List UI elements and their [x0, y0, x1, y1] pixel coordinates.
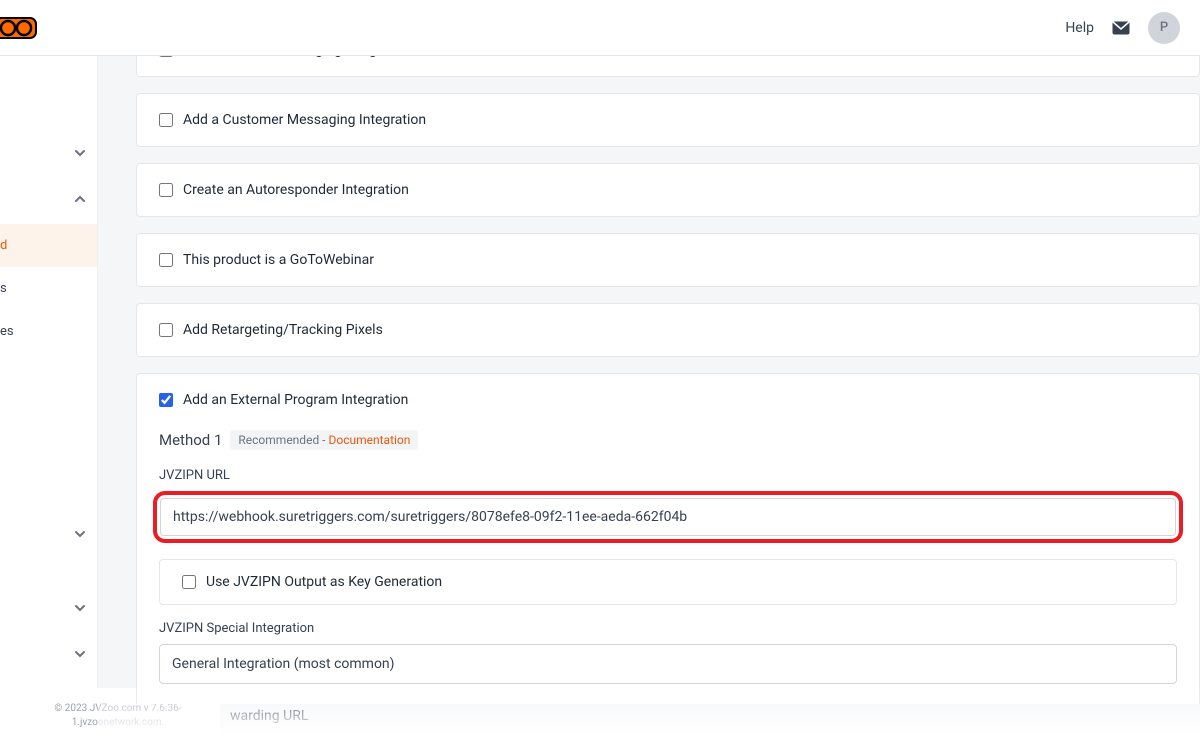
chevron-down-icon — [73, 146, 87, 164]
sidebar-item-4[interactable]: es — [0, 310, 97, 353]
chevron-down-icon — [73, 601, 87, 619]
sidebar-item-0[interactable] — [0, 132, 97, 178]
label-gotowebinar[interactable]: This product is a GoToWebinar — [183, 252, 374, 268]
card-gotowebinar: This product is a GoToWebinar — [136, 233, 1200, 287]
chevron-down-icon — [73, 527, 87, 545]
mail-icon[interactable] — [1112, 21, 1130, 35]
chevron-down-icon — [73, 647, 87, 665]
logo[interactable] — [0, 0, 60, 56]
topbar: Help P — [0, 0, 1200, 56]
jvzipn-url-input[interactable] — [160, 498, 1176, 536]
card-external: Add an External Program Integration Meth… — [136, 373, 1200, 704]
method-title: Method 1 — [159, 431, 222, 449]
sidebar-item-lower-0[interactable] — [0, 513, 97, 559]
card-autoresponder: Create an Autoresponder Integration — [136, 163, 1200, 217]
chevron-up-icon — [73, 192, 87, 210]
special-integration-label: JVZIPN Special Integration — [159, 621, 1177, 636]
highlight-annotation — [153, 491, 1183, 543]
main-content: Add a Affiliate Messaging Integration Ad… — [98, 56, 1200, 736]
sidebar-item-1[interactable] — [0, 178, 97, 224]
checkbox-customer[interactable] — [159, 113, 173, 127]
label-autoresponder[interactable]: Create an Autoresponder Integration — [183, 182, 409, 198]
checkbox-affiliate[interactable] — [159, 56, 173, 57]
output-key-card: Use JVZIPN Output as Key Generation — [159, 559, 1177, 605]
label-retargeting[interactable]: Add Retargeting/Tracking Pixels — [183, 322, 383, 338]
sidebar-item-3[interactable]: s — [0, 267, 97, 310]
forwarding-url-label: warding URL — [230, 708, 308, 724]
jvzipn-url-label: JVZIPN URL — [159, 468, 1177, 483]
sidebar-item-lower-1[interactable] — [0, 587, 97, 633]
jvzoo-logo-icon — [0, 14, 40, 42]
card-customer: Add a Customer Messaging Integration — [136, 93, 1200, 147]
checkbox-output-key[interactable] — [182, 575, 196, 589]
card-retargeting: Add Retargeting/Tracking Pixels — [136, 303, 1200, 357]
label-external[interactable]: Add an External Program Integration — [183, 392, 408, 408]
sidebar-item-lower-2[interactable] — [0, 633, 97, 679]
label-affiliate[interactable]: Add a Affiliate Messaging Integration — [183, 56, 413, 58]
label-output-key[interactable]: Use JVZIPN Output as Key Generation — [206, 574, 442, 590]
card-affiliate: Add a Affiliate Messaging Integration — [136, 56, 1200, 77]
checkbox-autoresponder[interactable] — [159, 183, 173, 197]
special-integration-select[interactable]: General Integration (most common) — [159, 644, 1177, 684]
method-badge: Recommended - Documentation — [230, 430, 418, 450]
help-link[interactable]: Help — [1065, 20, 1094, 36]
sidebar: d s es — [0, 56, 98, 688]
sidebar-item-2[interactable]: d — [0, 224, 97, 267]
avatar[interactable]: P — [1148, 12, 1180, 44]
checkbox-gotowebinar[interactable] — [159, 253, 173, 267]
checkbox-retargeting[interactable] — [159, 323, 173, 337]
documentation-link[interactable]: Documentation — [328, 433, 410, 447]
checkbox-external[interactable] — [159, 393, 173, 407]
label-customer[interactable]: Add a Customer Messaging Integration — [183, 112, 426, 128]
